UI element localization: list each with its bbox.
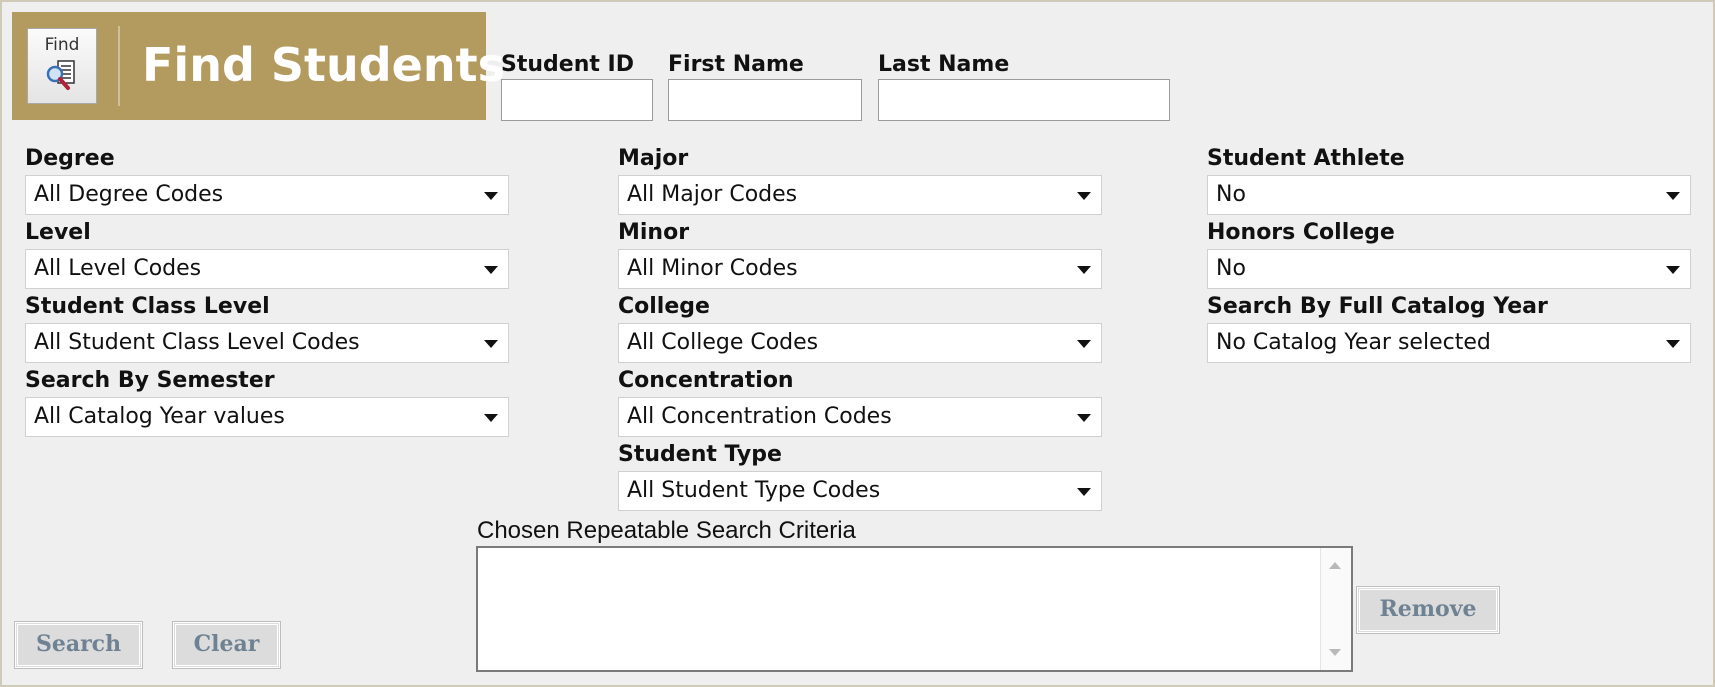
chevron-down-icon <box>1077 192 1091 200</box>
page-title: Find Students <box>142 38 505 92</box>
criteria-label: Chosen Repeatable Search Criteria <box>477 517 856 544</box>
concentration-select-value: All Concentration Codes <box>627 404 892 429</box>
level-select-value: All Level Codes <box>34 256 202 281</box>
student-id-label: Student ID <box>501 52 634 77</box>
concentration-select[interactable]: All Concentration Codes <box>618 397 1102 437</box>
major-select[interactable]: All Major Codes <box>618 175 1102 215</box>
chevron-down-icon <box>484 340 498 348</box>
search-by-semester-select[interactable]: All Catalog Year values <box>25 397 509 437</box>
chevron-down-icon <box>1666 340 1680 348</box>
find-icon-label: Find <box>44 35 80 55</box>
first-name-input[interactable] <box>668 79 862 121</box>
student-type-label: Student Type <box>618 442 782 467</box>
college-label: College <box>618 294 710 319</box>
college-select-value: All College Codes <box>627 330 819 355</box>
chevron-down-icon <box>1077 340 1091 348</box>
chevron-down-icon <box>484 266 498 274</box>
search-by-semester-select-value: All Catalog Year values <box>34 404 285 429</box>
minor-label: Minor <box>618 220 690 245</box>
scroll-up-icon[interactable] <box>1329 562 1341 569</box>
scroll-down-icon[interactable] <box>1329 649 1341 656</box>
major-label: Major <box>618 146 689 171</box>
search-button[interactable]: Search <box>14 621 143 669</box>
full-catalog-year-select[interactable]: No Catalog Year selected <box>1207 323 1691 363</box>
chevron-down-icon <box>1077 488 1091 496</box>
full-catalog-year-select-value: No Catalog Year selected <box>1216 330 1491 355</box>
clear-button[interactable]: Clear <box>172 621 281 669</box>
chevron-down-icon <box>1077 266 1091 274</box>
chevron-down-icon <box>484 414 498 422</box>
chevron-down-icon <box>1077 414 1091 422</box>
banner-divider <box>118 26 120 106</box>
honors-college-select-value: No <box>1216 256 1246 281</box>
degree-select-value: All Degree Codes <box>34 182 224 207</box>
last-name-label: Last Name <box>878 52 1010 77</box>
chevron-down-icon <box>484 192 498 200</box>
search-by-semester-label: Search By Semester <box>25 368 275 393</box>
first-name-label: First Name <box>668 52 804 77</box>
student-id-input[interactable] <box>501 79 653 121</box>
find-icon: Find <box>27 28 97 104</box>
major-select-value: All Major Codes <box>627 182 798 207</box>
chosen-criteria-list[interactable] <box>476 546 1353 672</box>
student-athlete-select[interactable]: No <box>1207 175 1691 215</box>
minor-select-value: All Minor Codes <box>627 256 798 281</box>
student-class-level-select-value: All Student Class Level Codes <box>34 330 360 355</box>
degree-select[interactable]: All Degree Codes <box>25 175 509 215</box>
page-header-banner: Find Find Students <box>12 12 505 120</box>
last-name-input[interactable] <box>878 79 1170 121</box>
full-catalog-year-label: Search By Full Catalog Year <box>1207 294 1548 319</box>
college-select[interactable]: All College Codes <box>618 323 1102 363</box>
remove-button[interactable]: Remove <box>1356 586 1500 634</box>
minor-select[interactable]: All Minor Codes <box>618 249 1102 289</box>
magnifier-document-icon <box>46 60 75 90</box>
level-label: Level <box>25 220 91 245</box>
honors-college-select[interactable]: No <box>1207 249 1691 289</box>
chevron-down-icon <box>1666 192 1680 200</box>
chevron-down-icon <box>1666 266 1680 274</box>
criteria-scrollbar[interactable] <box>1320 548 1351 670</box>
student-type-select[interactable]: All Student Type Codes <box>618 471 1102 511</box>
concentration-label: Concentration <box>618 368 794 393</box>
honors-college-label: Honors College <box>1207 220 1395 245</box>
degree-label: Degree <box>25 146 115 171</box>
student-class-level-label: Student Class Level <box>25 294 270 319</box>
student-athlete-select-value: No <box>1216 182 1246 207</box>
student-class-level-select[interactable]: All Student Class Level Codes <box>25 323 509 363</box>
level-select[interactable]: All Level Codes <box>25 249 509 289</box>
student-athlete-label: Student Athlete <box>1207 146 1405 171</box>
student-type-select-value: All Student Type Codes <box>627 478 881 503</box>
